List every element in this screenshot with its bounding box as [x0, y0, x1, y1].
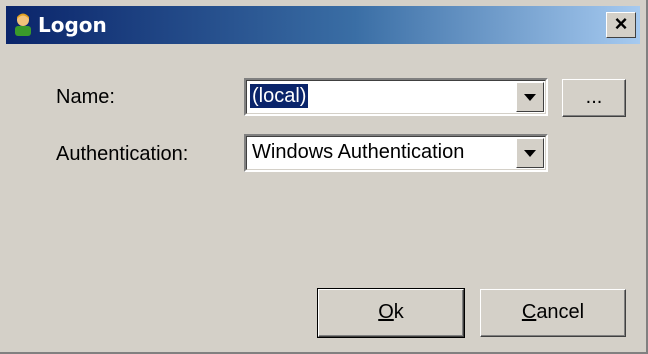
- ok-button[interactable]: Ok: [317, 288, 465, 338]
- authentication-label: Authentication:: [56, 143, 189, 165]
- authentication-combobox[interactable]: Windows Authentication: [244, 134, 548, 172]
- ok-label-rest: k: [393, 301, 404, 323]
- close-button[interactable]: ×: [606, 12, 636, 38]
- cancel-label-rest: ancel: [536, 301, 585, 323]
- name-combobox[interactable]: (local): [244, 78, 548, 116]
- authentication-value: Windows Authentication: [252, 141, 465, 163]
- name-label: Name:: [56, 86, 115, 108]
- authentication-dropdown-button[interactable]: [516, 138, 544, 168]
- cancel-accel: C: [521, 301, 537, 323]
- name-value: (local): [250, 84, 309, 108]
- chevron-down-icon: [524, 150, 536, 157]
- window-title: Logon: [38, 13, 107, 37]
- name-dropdown-button[interactable]: [516, 82, 544, 112]
- title-bar: Logon ×: [6, 6, 640, 44]
- chevron-down-icon: [524, 94, 536, 101]
- user-icon: [15, 13, 31, 36]
- ok-accel: O: [378, 301, 394, 323]
- cancel-button[interactable]: Cancel: [480, 289, 626, 337]
- browse-label: ...: [585, 86, 603, 108]
- close-icon: ×: [614, 11, 628, 36]
- logon-dialog: Logon × Name: (local) ... Authentication…: [0, 0, 648, 354]
- browse-button[interactable]: ...: [562, 79, 626, 117]
